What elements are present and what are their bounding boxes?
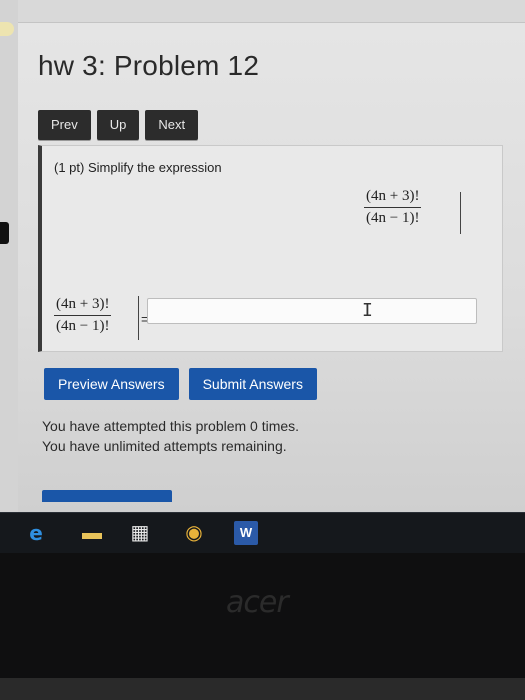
- text-cursor-icon: I: [362, 300, 373, 321]
- problem-prompt: (1 pt) Simplify the expression: [54, 160, 222, 175]
- browser-viewport: hw 3: Problem 12 Prev Up Next (1 pt) Sim…: [0, 0, 525, 512]
- submit-answers-button[interactable]: Submit Answers: [188, 368, 317, 400]
- chrome-icon[interactable]: ◉: [182, 521, 206, 545]
- partially-visible-button[interactable]: [42, 490, 172, 502]
- edge-icon[interactable]: e: [24, 521, 48, 545]
- problem-navigation: Prev Up Next: [38, 110, 204, 140]
- store-icon[interactable]: ▦: [128, 521, 152, 545]
- answer-label-numerator: (4n + 3)!: [54, 296, 112, 316]
- answer-input[interactable]: [147, 298, 477, 324]
- expression-denominator: (4n − 1)!: [366, 210, 420, 226]
- windows-taskbar: e ▬ ▦ ◉ W: [0, 512, 525, 553]
- page-title: hw 3: Problem 12: [38, 50, 260, 81]
- expression-fraction: (4n + 3)! (4n − 1)!: [364, 188, 422, 227]
- answer-label-denominator: (4n − 1)!: [56, 318, 110, 334]
- next-button[interactable]: Next: [145, 110, 199, 140]
- expression-bar: [460, 192, 461, 234]
- side-scroll-marker[interactable]: [0, 222, 9, 244]
- problem-panel: (1 pt) Simplify the expression (4n + 3)!…: [38, 145, 503, 352]
- browser-top-bar: [0, 0, 525, 23]
- answer-label-fraction: (4n + 3)! (4n − 1)!: [54, 296, 112, 335]
- prev-button[interactable]: Prev: [38, 110, 91, 140]
- remaining-text: You have unlimited attempts remaining.: [42, 438, 287, 454]
- window-corner-highlight: [0, 22, 14, 36]
- device-brand-logo: acer: [226, 585, 289, 620]
- preview-answers-button[interactable]: Preview Answers: [44, 368, 179, 400]
- expression-numerator: (4n + 3)!: [364, 188, 422, 208]
- up-button[interactable]: Up: [96, 110, 140, 140]
- attempt-status: You have attempted this problem 0 times.…: [42, 416, 299, 456]
- attempts-text: You have attempted this problem 0 times.: [42, 418, 300, 434]
- file-explorer-icon[interactable]: ▬: [80, 521, 104, 545]
- laptop-hinge: [0, 678, 525, 700]
- answer-actions: Preview Answers Submit Answers: [44, 368, 327, 400]
- word-icon[interactable]: W: [234, 521, 258, 545]
- left-window-edge: [0, 0, 18, 512]
- answer-label-bar: [138, 296, 139, 340]
